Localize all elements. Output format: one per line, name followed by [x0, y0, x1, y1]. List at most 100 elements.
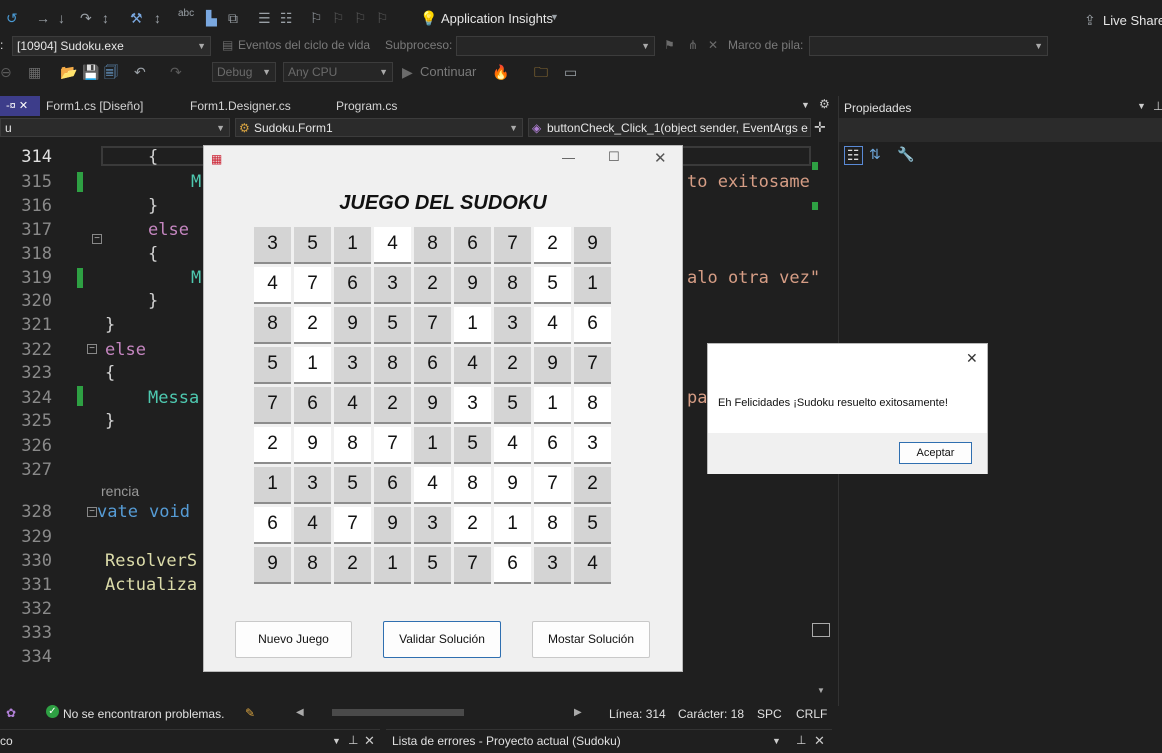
sudoku-cell[interactable]: 1 [254, 467, 291, 504]
sudoku-cell[interactable]: 3 [294, 467, 331, 504]
sudoku-cell[interactable]: 8 [454, 467, 491, 504]
class-nav-combo[interactable]: ⚙ Sudoku.Form1 ▼ [235, 118, 523, 137]
sudoku-cell[interactable]: 6 [454, 227, 491, 264]
maximize-icon[interactable]: ☐ [608, 149, 620, 165]
sudoku-cell[interactable]: 7 [454, 547, 491, 584]
sudoku-cell[interactable]: 7 [334, 507, 371, 544]
sudoku-cell[interactable]: 6 [414, 347, 451, 384]
sudoku-cell[interactable]: 9 [334, 307, 371, 344]
sudoku-cell[interactable]: 9 [534, 347, 571, 384]
sudoku-cell[interactable]: 8 [334, 427, 371, 464]
bookmark-prev-icon[interactable]: ⚐ [332, 11, 345, 25]
sudoku-cell[interactable]: 6 [494, 547, 531, 584]
sudoku-cell[interactable]: 1 [454, 307, 491, 344]
redo-icon[interactable]: ↷ [170, 65, 182, 79]
chevron-down-icon[interactable]: ▼ [550, 13, 559, 22]
sudoku-cell[interactable]: 6 [254, 507, 291, 544]
config-combo[interactable]: Debug ▼ [212, 62, 276, 82]
flag-icon[interactable]: ⚑ [664, 39, 675, 51]
sudoku-cell[interactable]: 5 [574, 507, 611, 544]
sudoku-cell[interactable]: 3 [334, 347, 371, 384]
sudoku-cell[interactable]: 4 [374, 227, 411, 264]
sudoku-cell[interactable]: 1 [534, 387, 571, 424]
live-share-label[interactable]: Live Share [1103, 14, 1162, 27]
member-nav-combo[interactable]: ◈ buttonCheck_Click_1(object sender, Eve… [528, 118, 811, 137]
sudoku-cell[interactable]: 7 [294, 267, 331, 304]
whitespace-indicator[interactable]: SPC [757, 707, 782, 721]
sudoku-cell[interactable]: 2 [414, 267, 451, 304]
refresh-icon[interactable]: ↺ [6, 11, 18, 25]
sudoku-cell[interactable]: 2 [374, 387, 411, 424]
collapse-icon[interactable]: − [87, 344, 97, 354]
project-nav-combo[interactable]: u ▼ [0, 118, 230, 137]
hot-reload-icon[interactable]: ⚒ [130, 11, 143, 25]
validate-solution-button[interactable]: Validar Solución [383, 621, 501, 658]
window-layout-icon[interactable]: ▭ [564, 65, 577, 79]
stack-frame-combo[interactable]: ▼ [809, 36, 1048, 56]
sudoku-cell[interactable]: 5 [254, 347, 291, 384]
problems-status[interactable]: No se encontraron problemas. [63, 707, 224, 721]
code-lens-references[interactable]: rencia [101, 483, 139, 499]
gear-icon[interactable]: ⚙ [819, 97, 830, 111]
copilot-icon[interactable]: ✿ [6, 706, 16, 720]
save-all-icon[interactable]: 🗐 [104, 65, 118, 79]
indent-icon[interactable]: ☰ [258, 11, 271, 25]
brush-icon[interactable]: ✎ [245, 706, 255, 720]
hot-reload-flame-icon[interactable]: 🔥 [492, 65, 509, 79]
copy-icon[interactable]: ⧉ [228, 11, 238, 25]
sudoku-cell[interactable]: 5 [494, 387, 531, 424]
sudoku-cell[interactable]: 6 [534, 427, 571, 464]
open-folder-icon[interactable]: 📂 [60, 65, 77, 79]
sudoku-cell[interactable]: 5 [534, 267, 571, 304]
new-game-button[interactable]: Nuevo Juego [235, 621, 352, 658]
sudoku-cell[interactable]: 7 [414, 307, 451, 344]
folder-icon[interactable]: 🗀 [534, 65, 548, 79]
filter-icon[interactable]: ⋔ [688, 39, 698, 51]
tab-program[interactable]: Program.cs [330, 97, 438, 115]
step-back-icon[interactable]: ↷ [80, 11, 92, 25]
sudoku-cell[interactable]: 6 [334, 267, 371, 304]
tab-list-icon[interactable]: ▼ [801, 100, 810, 110]
sudoku-cell[interactable]: 4 [534, 307, 571, 344]
sudoku-cell[interactable]: 9 [494, 467, 531, 504]
sudoku-cell[interactable]: 1 [574, 267, 611, 304]
line-ending-indicator[interactable]: CRLF [796, 707, 827, 721]
properties-object-selector[interactable] [839, 118, 1162, 142]
platform-combo[interactable]: Any CPU ▼ [283, 62, 393, 82]
step-into-icon[interactable]: ↓ [58, 11, 65, 25]
sudoku-cell[interactable]: 6 [294, 387, 331, 424]
app-insights-label[interactable]: Application Insights [441, 12, 553, 25]
continue-label[interactable]: Continuar [420, 65, 476, 78]
tab-form1-design[interactable]: Form1.cs [Diseño] [40, 97, 180, 115]
scroll-thumb[interactable] [812, 623, 830, 637]
sudoku-cell[interactable]: 8 [254, 307, 291, 344]
sudoku-cell[interactable]: 8 [414, 227, 451, 264]
pin-icon[interactable]: ⊥ [1153, 99, 1162, 113]
layout-icon[interactable]: ▙ [206, 11, 217, 25]
new-project-icon[interactable]: ▦ [28, 65, 41, 79]
sudoku-cell[interactable]: 8 [574, 387, 611, 424]
close-icon[interactable]: ✕ [966, 350, 978, 367]
sudoku-cell[interactable]: 8 [294, 547, 331, 584]
lifecycle-label[interactable]: Eventos del ciclo de vida [238, 39, 370, 51]
sudoku-cell[interactable]: 1 [334, 227, 371, 264]
save-icon[interactable]: 💾 [82, 65, 99, 79]
sudoku-cell[interactable]: 7 [494, 227, 531, 264]
sudoku-cell[interactable]: 4 [254, 267, 291, 304]
pinned-tab[interactable]: -¤ ✕ [0, 96, 40, 116]
sudoku-cell[interactable]: 5 [454, 427, 491, 464]
sudoku-cell[interactable]: 3 [414, 507, 451, 544]
sudoku-cell[interactable]: 9 [374, 507, 411, 544]
show-solution-button[interactable]: Mostar Solución [532, 621, 650, 658]
sudoku-cell[interactable]: 4 [334, 387, 371, 424]
sudoku-cell[interactable]: 9 [414, 387, 451, 424]
sudoku-cell[interactable]: 9 [294, 427, 331, 464]
sudoku-cell[interactable]: 7 [574, 347, 611, 384]
bookmark-clear-icon[interactable]: ⚐ [376, 11, 389, 25]
sudoku-cell[interactable]: 3 [254, 227, 291, 264]
sudoku-cell[interactable]: 1 [294, 347, 331, 384]
collapse-icon[interactable]: − [87, 507, 97, 517]
sudoku-cell[interactable]: 8 [374, 347, 411, 384]
bookmark-icon[interactable]: ⚐ [310, 11, 323, 25]
nav-back-icon[interactable]: ⊖ [0, 65, 12, 79]
